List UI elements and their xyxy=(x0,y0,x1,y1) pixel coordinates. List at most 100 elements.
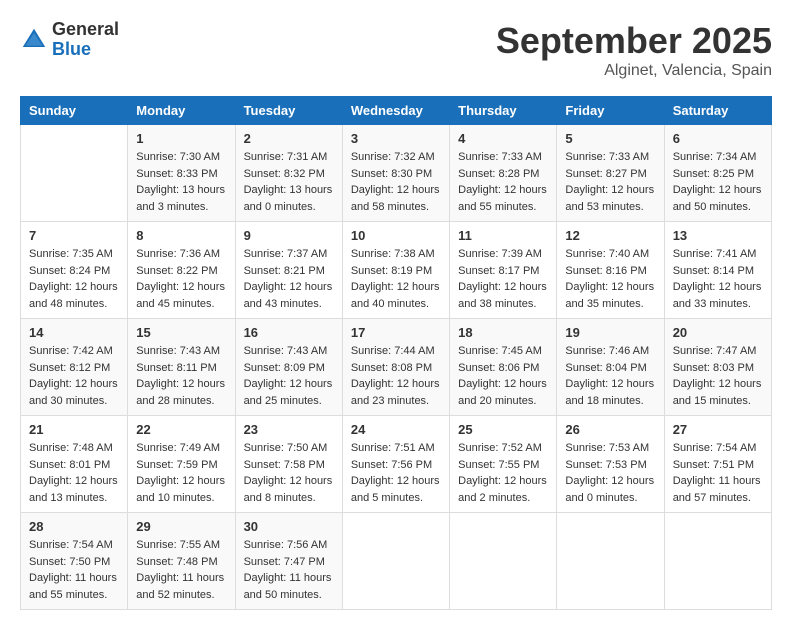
calendar-cell: 24 Sunrise: 7:51 AMSunset: 7:56 PMDaylig… xyxy=(342,416,449,513)
calendar-week-2: 7 Sunrise: 7:35 AMSunset: 8:24 PMDayligh… xyxy=(21,222,772,319)
day-info: Sunrise: 7:38 AMSunset: 8:19 PMDaylight:… xyxy=(351,246,441,312)
day-number: 28 xyxy=(29,519,119,534)
day-number: 12 xyxy=(565,228,655,243)
day-number: 22 xyxy=(136,422,226,437)
day-number: 17 xyxy=(351,325,441,340)
calendar-cell: 12 Sunrise: 7:40 AMSunset: 8:16 PMDaylig… xyxy=(557,222,664,319)
day-number: 7 xyxy=(29,228,119,243)
logo-icon xyxy=(20,26,48,54)
day-number: 4 xyxy=(458,131,548,146)
title-block: September 2025 Alginet, Valencia, Spain xyxy=(496,20,772,80)
day-number: 9 xyxy=(244,228,334,243)
calendar-cell: 28 Sunrise: 7:54 AMSunset: 7:50 PMDaylig… xyxy=(21,513,128,610)
day-info: Sunrise: 7:30 AMSunset: 8:33 PMDaylight:… xyxy=(136,149,226,215)
col-friday: Friday xyxy=(557,97,664,125)
day-info: Sunrise: 7:41 AMSunset: 8:14 PMDaylight:… xyxy=(673,246,763,312)
day-number: 25 xyxy=(458,422,548,437)
calendar-cell: 27 Sunrise: 7:54 AMSunset: 7:51 PMDaylig… xyxy=(664,416,771,513)
day-number: 30 xyxy=(244,519,334,534)
day-info: Sunrise: 7:42 AMSunset: 8:12 PMDaylight:… xyxy=(29,343,119,409)
day-info: Sunrise: 7:39 AMSunset: 8:17 PMDaylight:… xyxy=(458,246,548,312)
logo: General Blue xyxy=(20,20,119,60)
calendar-header: Sunday Monday Tuesday Wednesday Thursday… xyxy=(21,97,772,125)
day-info: Sunrise: 7:40 AMSunset: 8:16 PMDaylight:… xyxy=(565,246,655,312)
page-header: General Blue September 2025 Alginet, Val… xyxy=(20,20,772,80)
calendar-cell: 14 Sunrise: 7:42 AMSunset: 8:12 PMDaylig… xyxy=(21,319,128,416)
day-info: Sunrise: 7:45 AMSunset: 8:06 PMDaylight:… xyxy=(458,343,548,409)
weekday-row: Sunday Monday Tuesday Wednesday Thursday… xyxy=(21,97,772,125)
calendar-cell: 6 Sunrise: 7:34 AMSunset: 8:25 PMDayligh… xyxy=(664,125,771,222)
calendar-cell xyxy=(664,513,771,610)
calendar-cell: 11 Sunrise: 7:39 AMSunset: 8:17 PMDaylig… xyxy=(450,222,557,319)
col-monday: Monday xyxy=(128,97,235,125)
calendar-cell: 13 Sunrise: 7:41 AMSunset: 8:14 PMDaylig… xyxy=(664,222,771,319)
day-number: 18 xyxy=(458,325,548,340)
col-sunday: Sunday xyxy=(21,97,128,125)
day-info: Sunrise: 7:33 AMSunset: 8:27 PMDaylight:… xyxy=(565,149,655,215)
calendar-cell: 5 Sunrise: 7:33 AMSunset: 8:27 PMDayligh… xyxy=(557,125,664,222)
day-number: 21 xyxy=(29,422,119,437)
day-info: Sunrise: 7:50 AMSunset: 7:58 PMDaylight:… xyxy=(244,440,334,506)
day-info: Sunrise: 7:47 AMSunset: 8:03 PMDaylight:… xyxy=(673,343,763,409)
col-thursday: Thursday xyxy=(450,97,557,125)
calendar-cell: 26 Sunrise: 7:53 AMSunset: 7:53 PMDaylig… xyxy=(557,416,664,513)
day-number: 15 xyxy=(136,325,226,340)
calendar-cell: 22 Sunrise: 7:49 AMSunset: 7:59 PMDaylig… xyxy=(128,416,235,513)
calendar-body: 1 Sunrise: 7:30 AMSunset: 8:33 PMDayligh… xyxy=(21,125,772,610)
col-tuesday: Tuesday xyxy=(235,97,342,125)
logo-text-general: General xyxy=(52,19,119,39)
calendar-week-1: 1 Sunrise: 7:30 AMSunset: 8:33 PMDayligh… xyxy=(21,125,772,222)
day-info: Sunrise: 7:34 AMSunset: 8:25 PMDaylight:… xyxy=(673,149,763,215)
day-info: Sunrise: 7:35 AMSunset: 8:24 PMDaylight:… xyxy=(29,246,119,312)
day-number: 23 xyxy=(244,422,334,437)
calendar-cell: 21 Sunrise: 7:48 AMSunset: 8:01 PMDaylig… xyxy=(21,416,128,513)
day-number: 11 xyxy=(458,228,548,243)
col-saturday: Saturday xyxy=(664,97,771,125)
calendar-cell: 18 Sunrise: 7:45 AMSunset: 8:06 PMDaylig… xyxy=(450,319,557,416)
day-info: Sunrise: 7:56 AMSunset: 7:47 PMDaylight:… xyxy=(244,537,334,603)
calendar-cell xyxy=(450,513,557,610)
day-info: Sunrise: 7:48 AMSunset: 8:01 PMDaylight:… xyxy=(29,440,119,506)
calendar-week-5: 28 Sunrise: 7:54 AMSunset: 7:50 PMDaylig… xyxy=(21,513,772,610)
calendar-cell: 19 Sunrise: 7:46 AMSunset: 8:04 PMDaylig… xyxy=(557,319,664,416)
month-title: September 2025 xyxy=(496,20,772,62)
calendar-cell xyxy=(21,125,128,222)
day-info: Sunrise: 7:43 AMSunset: 8:11 PMDaylight:… xyxy=(136,343,226,409)
calendar-cell: 15 Sunrise: 7:43 AMSunset: 8:11 PMDaylig… xyxy=(128,319,235,416)
calendar-cell: 23 Sunrise: 7:50 AMSunset: 7:58 PMDaylig… xyxy=(235,416,342,513)
day-number: 13 xyxy=(673,228,763,243)
calendar-week-3: 14 Sunrise: 7:42 AMSunset: 8:12 PMDaylig… xyxy=(21,319,772,416)
day-number: 5 xyxy=(565,131,655,146)
day-number: 24 xyxy=(351,422,441,437)
day-number: 1 xyxy=(136,131,226,146)
day-info: Sunrise: 7:51 AMSunset: 7:56 PMDaylight:… xyxy=(351,440,441,506)
day-info: Sunrise: 7:37 AMSunset: 8:21 PMDaylight:… xyxy=(244,246,334,312)
day-info: Sunrise: 7:31 AMSunset: 8:32 PMDaylight:… xyxy=(244,149,334,215)
calendar-cell: 16 Sunrise: 7:43 AMSunset: 8:09 PMDaylig… xyxy=(235,319,342,416)
day-number: 16 xyxy=(244,325,334,340)
calendar-cell: 20 Sunrise: 7:47 AMSunset: 8:03 PMDaylig… xyxy=(664,319,771,416)
day-number: 29 xyxy=(136,519,226,534)
day-info: Sunrise: 7:55 AMSunset: 7:48 PMDaylight:… xyxy=(136,537,226,603)
day-number: 19 xyxy=(565,325,655,340)
day-info: Sunrise: 7:32 AMSunset: 8:30 PMDaylight:… xyxy=(351,149,441,215)
day-info: Sunrise: 7:44 AMSunset: 8:08 PMDaylight:… xyxy=(351,343,441,409)
calendar-cell: 8 Sunrise: 7:36 AMSunset: 8:22 PMDayligh… xyxy=(128,222,235,319)
day-info: Sunrise: 7:54 AMSunset: 7:51 PMDaylight:… xyxy=(673,440,763,506)
calendar-cell xyxy=(557,513,664,610)
day-number: 20 xyxy=(673,325,763,340)
calendar-cell: 25 Sunrise: 7:52 AMSunset: 7:55 PMDaylig… xyxy=(450,416,557,513)
calendar-cell: 30 Sunrise: 7:56 AMSunset: 7:47 PMDaylig… xyxy=(235,513,342,610)
day-info: Sunrise: 7:49 AMSunset: 7:59 PMDaylight:… xyxy=(136,440,226,506)
calendar-cell: 9 Sunrise: 7:37 AMSunset: 8:21 PMDayligh… xyxy=(235,222,342,319)
logo-text-blue: Blue xyxy=(52,39,91,59)
day-number: 3 xyxy=(351,131,441,146)
day-number: 2 xyxy=(244,131,334,146)
day-info: Sunrise: 7:52 AMSunset: 7:55 PMDaylight:… xyxy=(458,440,548,506)
calendar-cell: 2 Sunrise: 7:31 AMSunset: 8:32 PMDayligh… xyxy=(235,125,342,222)
calendar-table: Sunday Monday Tuesday Wednesday Thursday… xyxy=(20,96,772,610)
day-number: 10 xyxy=(351,228,441,243)
day-info: Sunrise: 7:36 AMSunset: 8:22 PMDaylight:… xyxy=(136,246,226,312)
calendar-cell xyxy=(342,513,449,610)
day-info: Sunrise: 7:33 AMSunset: 8:28 PMDaylight:… xyxy=(458,149,548,215)
